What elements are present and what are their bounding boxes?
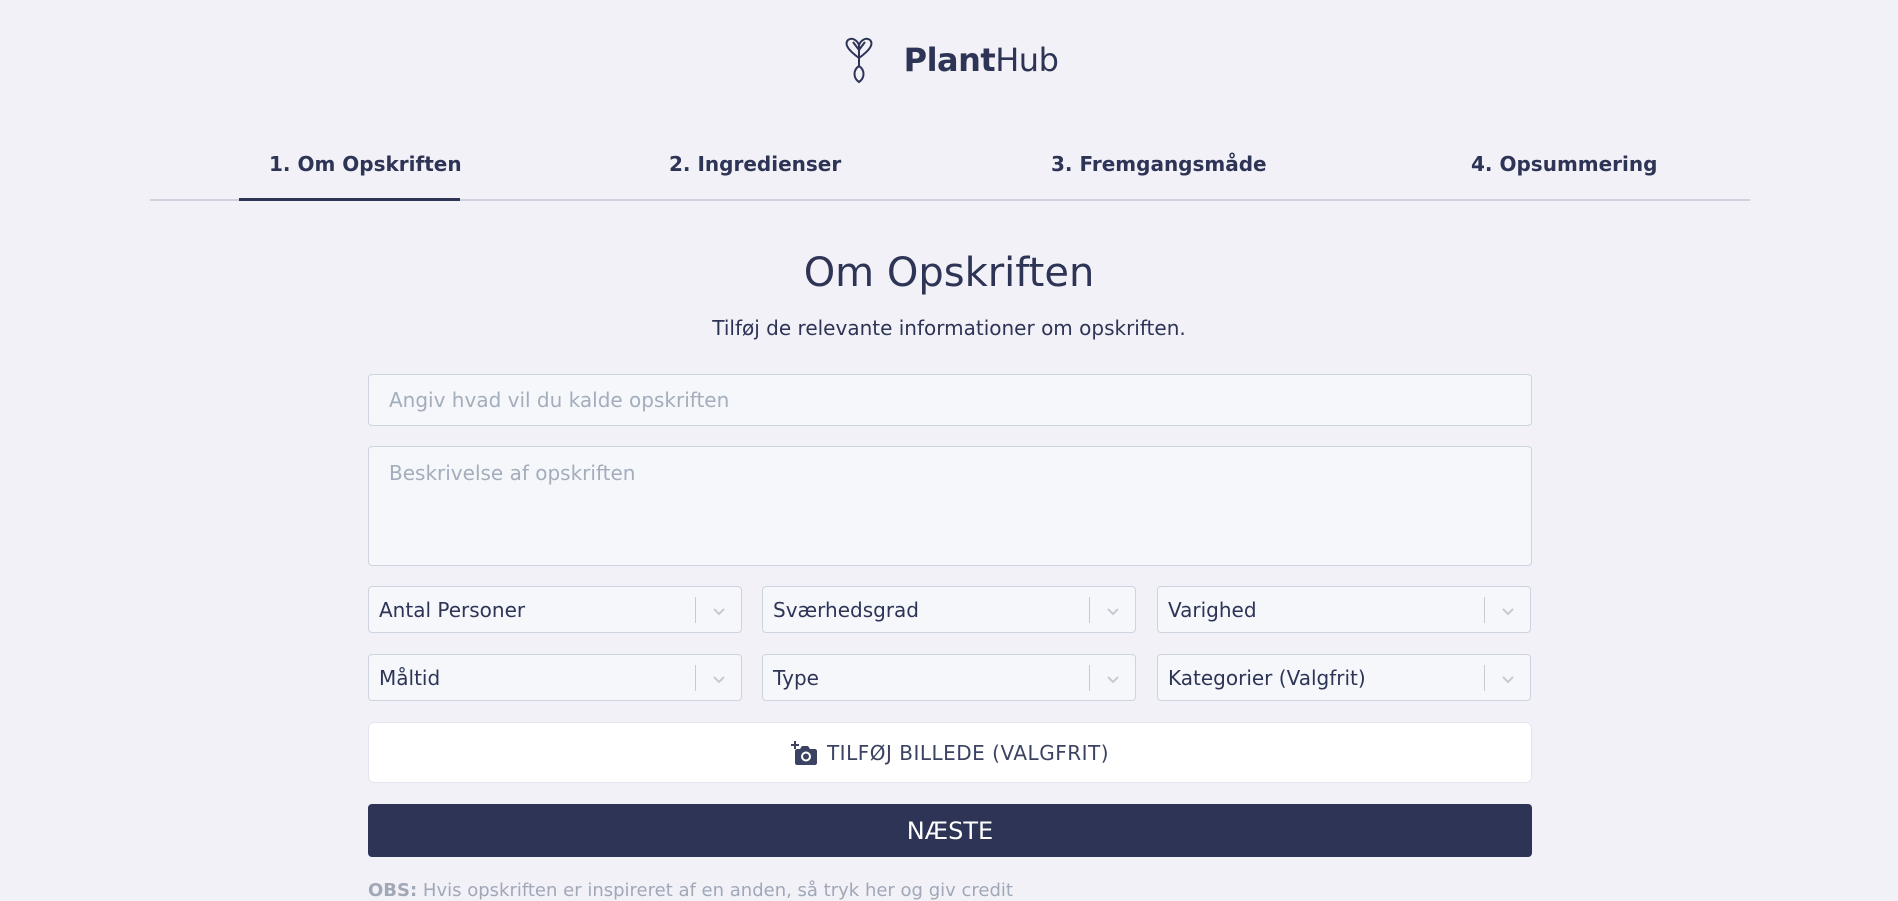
- plant-heart-logo-icon: [845, 37, 873, 84]
- header: PlantHub: [0, 30, 1898, 90]
- select-label: Kategorier (Valgfrit): [1168, 666, 1366, 690]
- brand-name: PlantHub: [904, 41, 1059, 79]
- select-separator: [1484, 597, 1485, 623]
- brand-regular: Hub: [995, 41, 1059, 79]
- tab-opsummering[interactable]: 4. Opsummering: [1471, 152, 1657, 176]
- select-separator: [695, 597, 696, 623]
- select-label: Type: [773, 666, 819, 690]
- tab-ingredienser[interactable]: 2. Ingredienser: [669, 152, 841, 176]
- select-separator: [695, 665, 696, 691]
- tab-fremgangsmaade[interactable]: 3. Fremgangsmåde: [1051, 152, 1267, 176]
- select-separator: [1089, 597, 1090, 623]
- select-kategorier[interactable]: Kategorier (Valgfrit): [1157, 654, 1531, 701]
- add-image-label: TILFØJ BILLEDE (VALGFRIT): [826, 740, 1110, 765]
- add-photo-icon: [790, 740, 817, 765]
- select-label: Sværhedsgrad: [773, 598, 920, 622]
- chevron-down-icon: [1107, 608, 1119, 616]
- chevron-down-icon: [1502, 608, 1514, 616]
- chevron-down-icon: [713, 608, 725, 616]
- brand-bold: Plant: [903, 41, 996, 79]
- select-antal-personer[interactable]: Antal Personer: [368, 586, 742, 633]
- chevron-down-icon: [1107, 676, 1119, 684]
- select-svaerhedsgrad[interactable]: Sværhedsgrad: [762, 586, 1136, 633]
- step-tabs: 1. Om Opskriften 2. Ingredienser 3. Frem…: [150, 140, 1750, 201]
- chevron-down-icon: [713, 676, 725, 684]
- chevron-down-icon: [1502, 676, 1514, 684]
- page-subtitle: Tilføj de relevante informationer om ops…: [712, 316, 1186, 340]
- page-title: Om Opskriften: [803, 250, 1095, 296]
- select-maaltid[interactable]: Måltid: [368, 654, 742, 701]
- select-label: Antal Personer: [379, 598, 526, 622]
- select-label: Varighed: [1168, 598, 1257, 622]
- logo[interactable]: PlantHub: [840, 36, 1059, 84]
- select-varighed[interactable]: Varighed: [1157, 586, 1531, 633]
- select-type[interactable]: Type: [762, 654, 1136, 701]
- add-image-button[interactable]: TILFØJ BILLEDE (VALGFRIT): [368, 722, 1532, 783]
- next-button[interactable]: NÆSTE: [368, 804, 1532, 857]
- select-label: Måltid: [379, 666, 441, 690]
- select-separator: [1089, 665, 1090, 691]
- recipe-name-input[interactable]: [368, 374, 1532, 426]
- select-separator: [1484, 665, 1485, 691]
- recipe-description-input[interactable]: [368, 446, 1532, 566]
- tab-om-opskriften[interactable]: 1. Om Opskriften: [269, 152, 462, 176]
- active-tab-indicator: [239, 198, 460, 201]
